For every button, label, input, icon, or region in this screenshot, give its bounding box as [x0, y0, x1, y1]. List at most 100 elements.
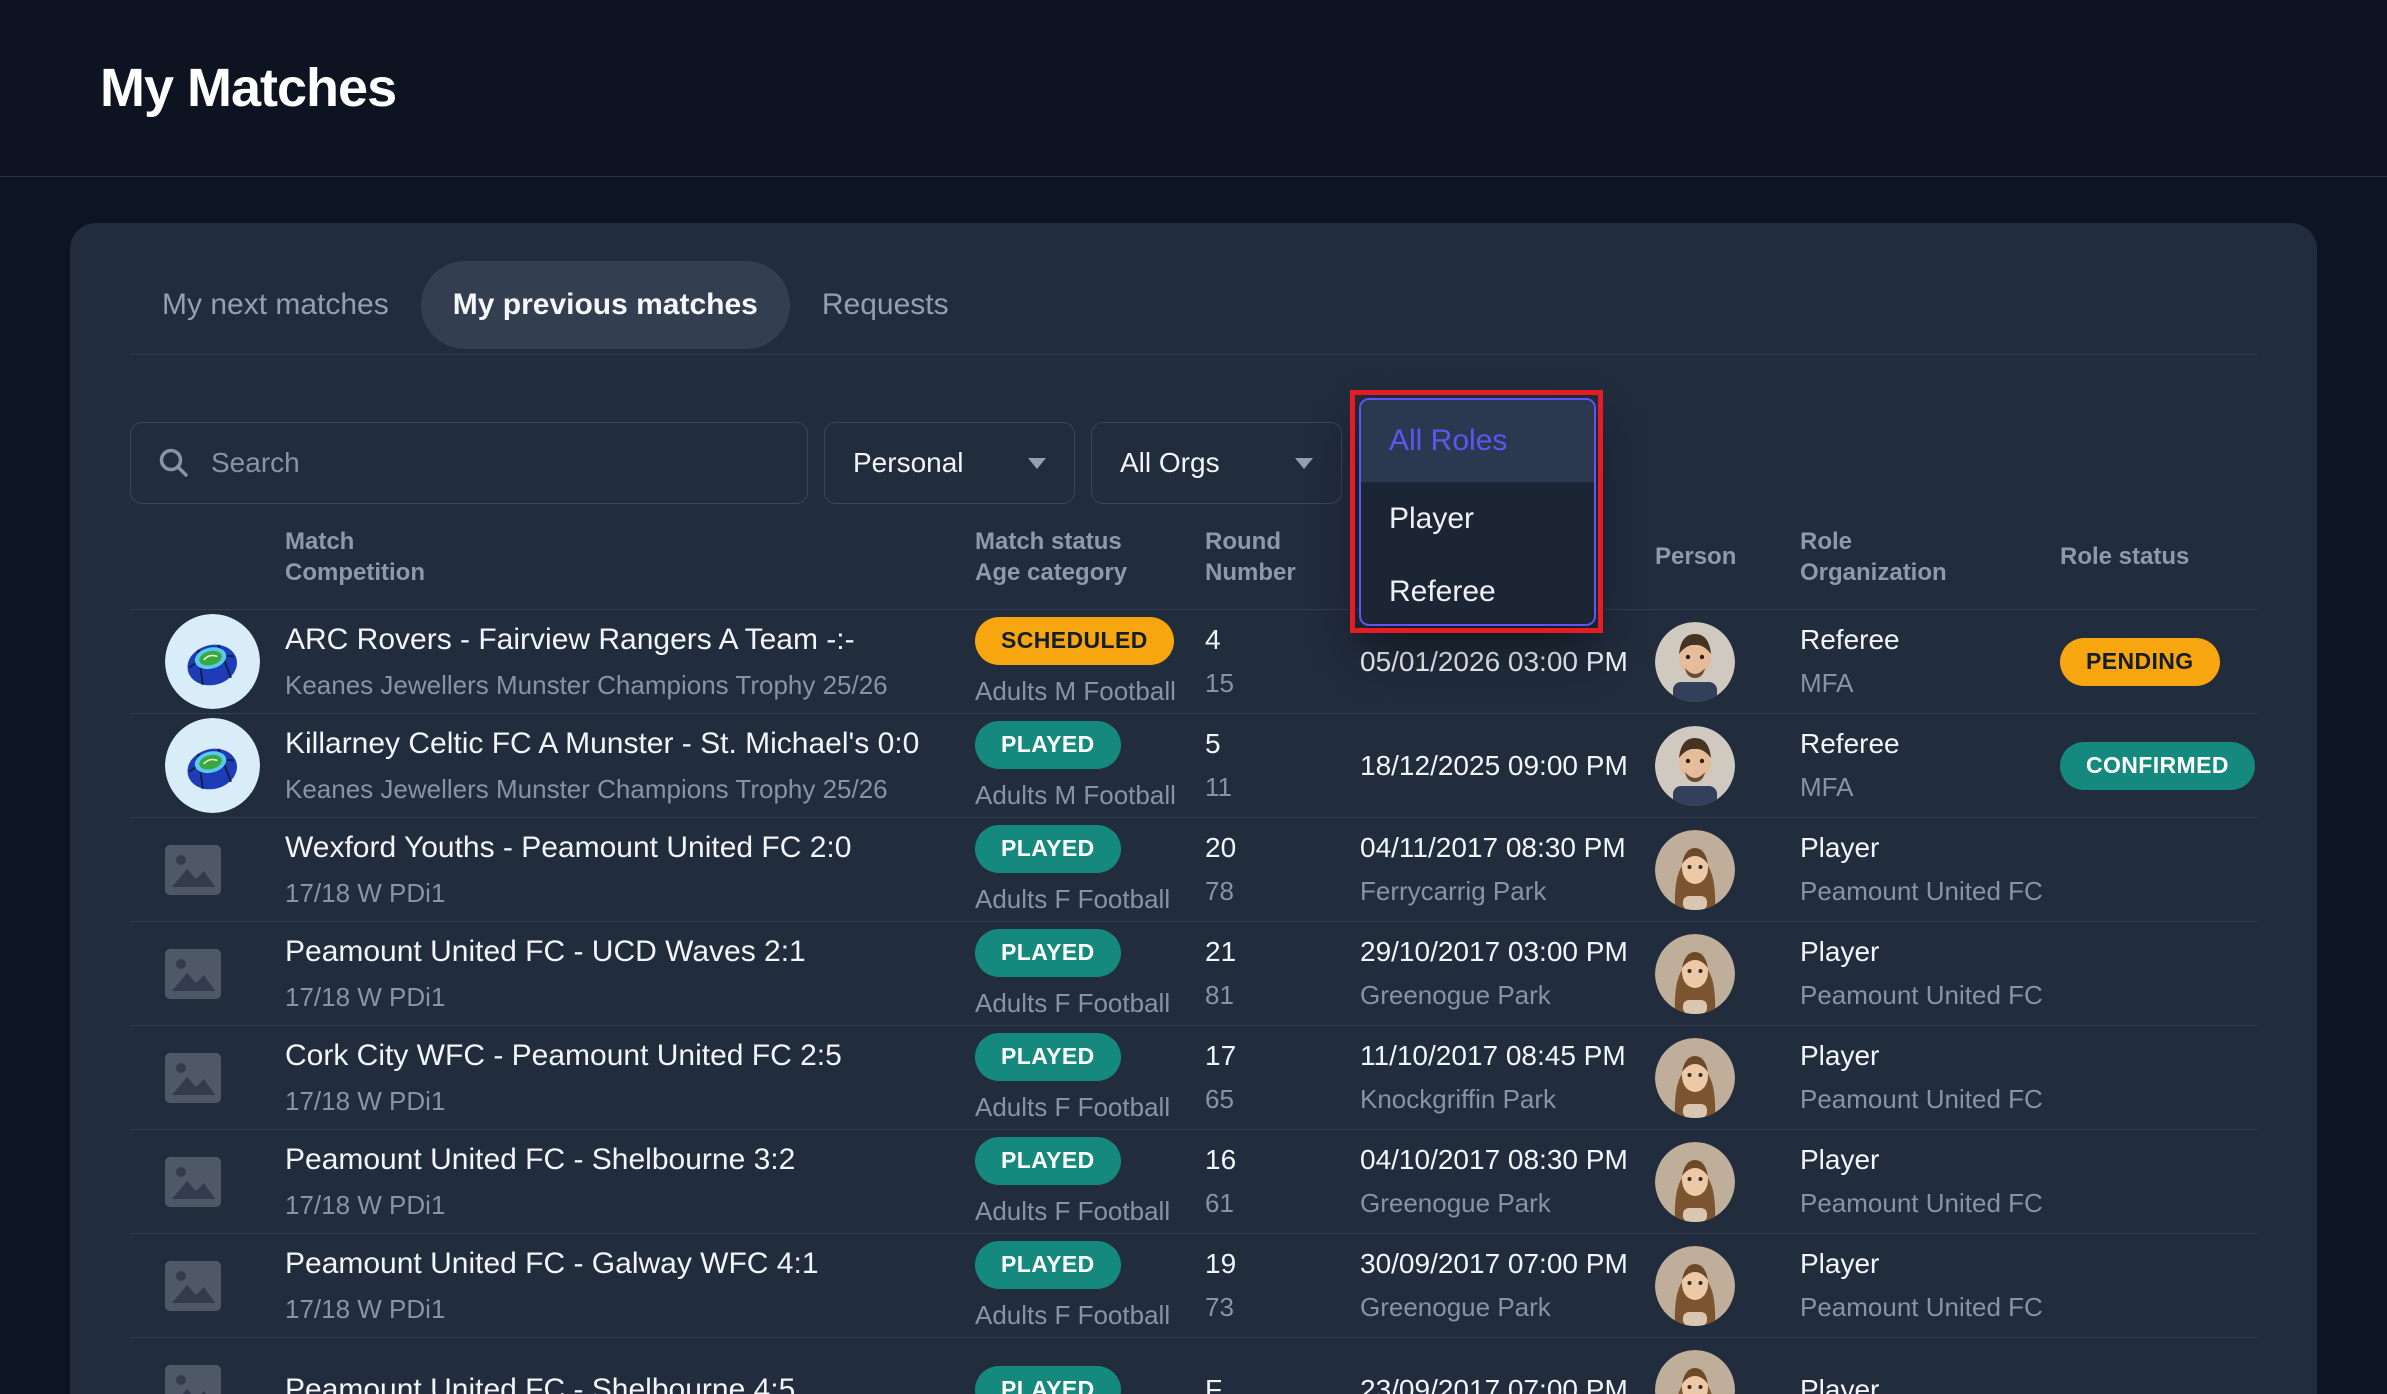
round-value: 16 [1205, 1144, 1360, 1176]
match-cell: Peamount United FC - Galway WFC 4:1 17/1… [285, 1247, 975, 1325]
image-placeholder-icon [165, 949, 221, 999]
tab-requests[interactable]: Requests [790, 261, 981, 349]
table-header: Match Competition Match status Age categ… [130, 504, 2257, 610]
role-select-open-menu: All Roles Player Referee [1359, 398, 1596, 626]
table-row[interactable]: Peamount United FC - Shelbourne 4:5 PLAY… [130, 1338, 2257, 1394]
role-cell: Referee MFA [1800, 728, 2060, 803]
tabs-divider [130, 354, 2257, 355]
role-cell: Player Peamount United FC [1800, 936, 2060, 1011]
table-row[interactable]: Peamount United FC - UCD Waves 2:1 17/18… [130, 922, 2257, 1026]
org-select[interactable]: All Orgs [1091, 422, 1342, 504]
role-option-player[interactable]: Player [1361, 482, 1594, 555]
role-organization: MFA [1800, 668, 2060, 699]
role-value: Player [1800, 1040, 2060, 1072]
match-venue: Greenogue Park [1360, 1292, 1655, 1323]
round-cell: 20 78 [1205, 832, 1360, 907]
round-cell: 5 11 [1205, 728, 1360, 803]
my-matches-page: My Matches My next matches My previous m… [0, 0, 2387, 1394]
match-datetime: 04/11/2017 08:30 PM [1360, 832, 1655, 864]
role-value: Referee [1800, 728, 2060, 760]
match-datetime: 30/09/2017 07:00 PM [1360, 1248, 1655, 1280]
match-status-badge: PLAYED [975, 1033, 1121, 1081]
role-status-badge: PENDING [2060, 638, 2220, 686]
image-placeholder-icon [165, 1261, 221, 1311]
role-value: Player [1800, 936, 2060, 968]
header-number: Number [1205, 557, 1360, 588]
match-title: Killarney Celtic FC A Munster - St. Mich… [285, 727, 975, 761]
person-cell [1655, 934, 1800, 1014]
match-venue: Knockgriffin Park [1360, 1084, 1655, 1115]
match-status-badge: PLAYED [975, 1241, 1121, 1289]
age-category: Adults F Football [975, 988, 1170, 1019]
match-status-cell: SCHEDULED Adults M Football [975, 617, 1205, 707]
table-row[interactable]: Peamount United FC - Galway WFC 4:1 17/1… [130, 1234, 2257, 1338]
scope-select[interactable]: Personal [824, 422, 1075, 504]
search-input[interactable] [211, 447, 781, 479]
round-value: 17 [1205, 1040, 1360, 1072]
role-value: Player [1800, 1374, 2060, 1394]
match-datetime: 29/10/2017 03:00 PM [1360, 936, 1655, 968]
match-status-cell: PLAYED Adults F Football [975, 825, 1205, 915]
person-avatar-woman [1655, 1142, 1735, 1222]
person-cell [1655, 1142, 1800, 1222]
role-value: Player [1800, 1144, 2060, 1176]
match-status-cell: PLAYED Adults F Football [975, 929, 1205, 1019]
filters-bar: Personal All Orgs [130, 422, 2257, 504]
age-category: Adults M Football [975, 780, 1176, 811]
match-cell: Killarney Celtic FC A Munster - St. Mich… [285, 727, 975, 805]
date-cell: 04/10/2017 08:30 PM Greenogue Park [1360, 1144, 1655, 1219]
round-value: F [1205, 1374, 1360, 1394]
round-value: 21 [1205, 936, 1360, 968]
date-cell: 23/09/2017 07:00 PM [1360, 1374, 1655, 1394]
match-datetime: 04/10/2017 08:30 PM [1360, 1144, 1655, 1176]
date-cell: 04/11/2017 08:30 PM Ferrycarrig Park [1360, 832, 1655, 907]
tabs: My next matches My previous matches Requ… [130, 261, 2257, 349]
round-cell: 17 65 [1205, 1040, 1360, 1115]
role-organization: MFA [1800, 772, 2060, 803]
person-avatar-woman [1655, 1038, 1735, 1118]
page-title: My Matches [100, 57, 396, 119]
age-category: Adults F Football [975, 884, 1170, 915]
match-status-badge: PLAYED [975, 1366, 1121, 1394]
match-icon-cell [130, 614, 285, 709]
header-match-status: Match status [975, 526, 1205, 557]
header-person: Person [1655, 541, 1800, 572]
role-value: Player [1800, 1248, 2060, 1280]
match-cell: Wexford Youths - Peamount United FC 2:0 … [285, 831, 975, 909]
table-row[interactable]: Cork City WFC - Peamount United FC 2:5 1… [130, 1026, 2257, 1130]
table-row[interactable]: Killarney Celtic FC A Munster - St. Mich… [130, 714, 2257, 818]
role-status-badge: CONFIRMED [2060, 742, 2255, 790]
app-header: My Matches [0, 0, 2387, 177]
person-cell [1655, 830, 1800, 910]
number-value: 61 [1205, 1188, 1360, 1219]
tab-my-next-matches[interactable]: My next matches [130, 261, 421, 349]
table-row[interactable]: Peamount United FC - Shelbourne 3:2 17/1… [130, 1130, 2257, 1234]
match-title: Peamount United FC - UCD Waves 2:1 [285, 935, 975, 969]
round-value: 19 [1205, 1248, 1360, 1280]
header-role-status: Role status [2060, 541, 2257, 572]
person-cell [1655, 726, 1800, 806]
person-avatar-woman [1655, 1246, 1735, 1326]
table-row[interactable]: Wexford Youths - Peamount United FC 2:0 … [130, 818, 2257, 922]
match-cell: ARC Rovers - Fairview Rangers A Team -:-… [285, 623, 975, 701]
match-cell: Cork City WFC - Peamount United FC 2:5 1… [285, 1039, 975, 1117]
table-row[interactable]: ARC Rovers - Fairview Rangers A Team -:-… [130, 610, 2257, 714]
role-cell: Player [1800, 1374, 2060, 1394]
round-cell: F [1205, 1374, 1360, 1394]
match-rows: ARC Rovers - Fairview Rangers A Team -:-… [130, 610, 2257, 1394]
role-option-referee[interactable]: Referee [1361, 555, 1594, 626]
match-competition: Keanes Jewellers Munster Champions Troph… [285, 774, 975, 805]
match-cell: Peamount United FC - UCD Waves 2:1 17/18… [285, 935, 975, 1013]
header-role: Role [1800, 526, 2060, 557]
tab-my-previous-matches[interactable]: My previous matches [421, 261, 790, 349]
match-datetime: 05/01/2026 03:00 PM [1360, 646, 1655, 678]
role-option-all-roles[interactable]: All Roles [1361, 400, 1594, 482]
search-icon [157, 446, 191, 480]
match-status-cell: PLAYED Adults F Football [975, 1241, 1205, 1331]
match-icon-cell [130, 1365, 285, 1394]
header-round: Round [1205, 526, 1360, 557]
search-box[interactable] [130, 422, 808, 504]
match-icon-cell [130, 845, 285, 895]
match-venue: Ferrycarrig Park [1360, 876, 1655, 907]
match-competition: 17/18 W PDi1 [285, 1190, 975, 1221]
